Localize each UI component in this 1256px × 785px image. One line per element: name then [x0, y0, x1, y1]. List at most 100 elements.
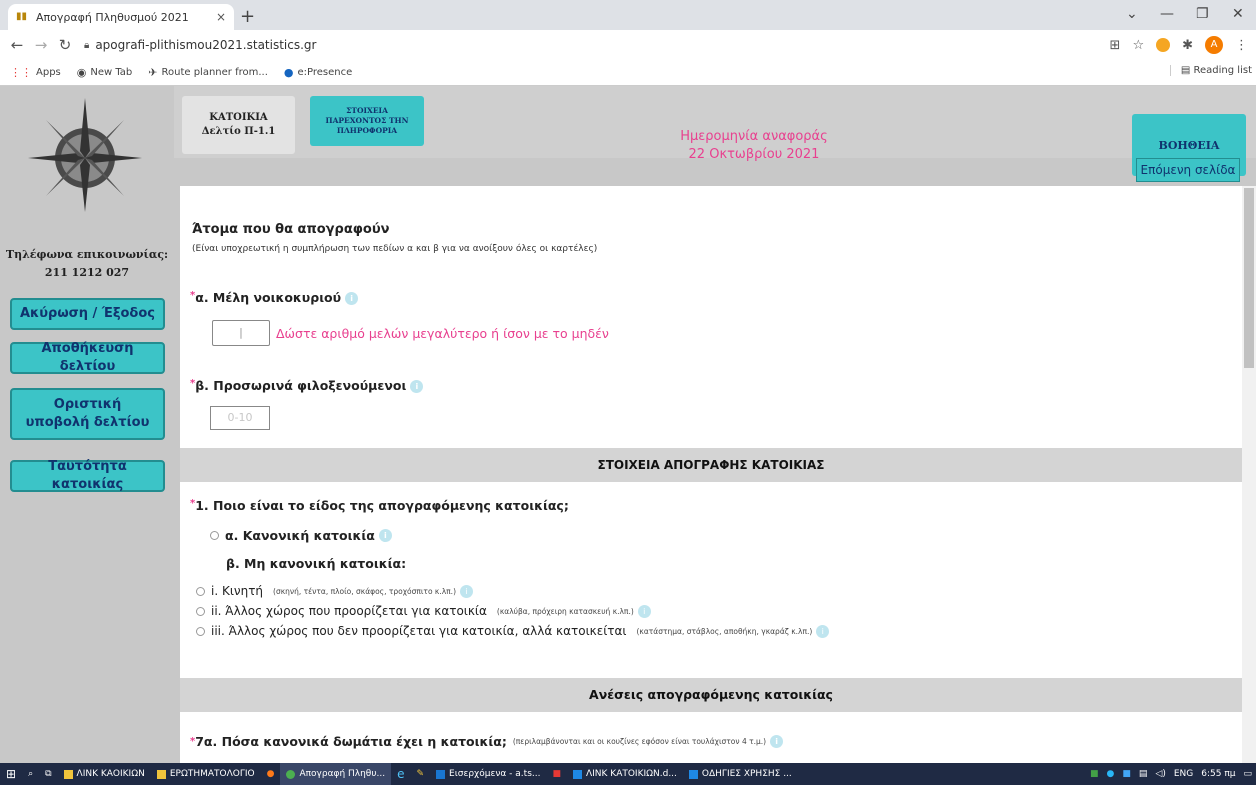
- address-bar[interactable]: 🔒︎ apografi-plithismou2021.statistics.gr: [84, 38, 316, 52]
- taskbar-item[interactable]: ΛΙΝΚ ΚΑΟΙΚΙΩΝ: [58, 763, 151, 785]
- census-app: Τηλέφωνα επικοινωνίας: 211 1212 027 Ακύρ…: [0, 86, 1256, 763]
- bookmark-epresence[interactable]: ● e:Presence: [284, 66, 352, 79]
- bookmark-route-planner[interactable]: ✈ Route planner from...: [148, 66, 268, 79]
- form-content: Άτομα που θα απογραφούν (Είναι υποχρεωτι…: [180, 186, 1242, 763]
- option-other-not-intended[interactable]: iii. Άλλος χώρος που δεν προορίζεται για…: [196, 624, 830, 638]
- new-tab-button[interactable]: +: [240, 6, 255, 27]
- temporary-guests-input[interactable]: 0-10: [210, 406, 270, 430]
- option-mobile[interactable]: i. Κινητή (σκηνή, τέντα, πλοίο, σκάφος, τ…: [196, 584, 473, 598]
- notifications-icon[interactable]: ▭: [1243, 769, 1252, 779]
- forward-icon[interactable]: →: [34, 36, 48, 54]
- system-tray: ■ ● ■ ▤ ◁) ENG 6:55 πμ ▭: [1090, 763, 1252, 785]
- next-page-button[interactable]: Επόμενη σελίδα: [1136, 158, 1240, 182]
- option-other-intended[interactable]: ii. Άλλος χώρος που προορίζεται για κατο…: [196, 604, 651, 618]
- info-icon[interactable]: i: [410, 380, 424, 393]
- statistics-logo-icon: [28, 98, 142, 212]
- windows-taskbar: ⊞ ⌕ ⧉ ΛΙΝΚ ΚΑΟΙΚΙΩΝ ΕΡΩΤΗΜΑΤΟΛΟΓΙΟ ● Απο…: [0, 763, 1256, 785]
- back-icon[interactable]: ←: [10, 36, 24, 54]
- info-icon[interactable]: i: [345, 292, 359, 305]
- cancel-exit-button[interactable]: Ακύρωση / Έξοδος: [10, 298, 165, 330]
- clock[interactable]: 6:55 πμ: [1201, 769, 1235, 779]
- save-form-button[interactable]: Αποθήκευση δελτίου: [10, 341, 165, 374]
- site-favicon-icon: ▮▮: [16, 11, 28, 22]
- search-icon[interactable]: ⌕: [22, 763, 39, 785]
- radio-button[interactable]: [196, 606, 205, 616]
- app-icon[interactable]: ■: [1122, 769, 1131, 779]
- info-icon[interactable]: i: [816, 624, 830, 638]
- network-icon[interactable]: ▤: [1139, 769, 1148, 779]
- form-header: ΚΑΤΟΙΚΙΑ Δελτίο Π-1.1 ΣΤΟΙΧΕΙΑ ΠΑΡΕΧΟΝΤΟ…: [174, 86, 1256, 176]
- amenities-band: Ανέσεις απογραφόμενης κατοικίας: [180, 678, 1242, 712]
- volume-icon[interactable]: ◁): [1155, 769, 1165, 779]
- extension-icon[interactable]: [1156, 38, 1171, 52]
- dwelling-tab-title: ΚΑΤΟΙΚΙΑ: [209, 112, 268, 123]
- taskbar-item[interactable]: Απογραφή Πληθυ...: [280, 763, 392, 785]
- excel-icon[interactable]: ■: [1090, 769, 1099, 779]
- pdf-icon[interactable]: ■: [546, 763, 567, 785]
- taskbar-item[interactable]: ΛΙΝΚ ΚΑΤΟΙΚΙΩΝ.d...: [567, 763, 683, 785]
- validation-error: Δώστε αριθμό μελών μεγαλύτερο ή ίσον με …: [276, 326, 609, 341]
- reference-date-value: 22 Οκτωβρίου 2021: [688, 147, 820, 162]
- app-icon[interactable]: ●: [1107, 769, 1115, 779]
- reference-date-label: Ημερομηνία αναφοράς: [680, 129, 828, 144]
- file-icon: [63, 769, 73, 779]
- apps-grid-icon: ⋮⋮: [10, 66, 32, 79]
- radio-button[interactable]: [196, 626, 205, 636]
- info-icon[interactable]: i: [378, 529, 392, 542]
- chrome-icon: [286, 769, 296, 779]
- info-icon[interactable]: i: [770, 735, 784, 748]
- question-temporary-guests: *β. Προσωρινά φιλοξενούμενοι i: [190, 378, 424, 393]
- bookmark-apps[interactable]: ⋮⋮ Apps: [10, 66, 61, 79]
- info-icon[interactable]: i: [637, 604, 651, 618]
- option-regular-dwelling[interactable]: α. Κανονική κατοικία i: [210, 528, 392, 543]
- file-icon: [156, 769, 166, 779]
- translate-icon[interactable]: ⊞: [1110, 38, 1121, 53]
- taskbar-item[interactable]: Εισερχόμενα - a.ts...: [430, 763, 546, 785]
- star-icon[interactable]: ☆: [1132, 38, 1144, 53]
- close-window-icon[interactable]: ✕: [1232, 6, 1244, 22]
- maximize-icon[interactable]: ❐: [1196, 6, 1209, 22]
- browser-tab[interactable]: ▮▮ Απογραφή Πληθυσμού 2021 ×: [8, 4, 234, 30]
- section-note: (Είναι υποχρεωτική η συμπλήρωση των πεδί…: [192, 244, 598, 254]
- profile-avatar[interactable]: A: [1205, 36, 1223, 54]
- tab-search-icon[interactable]: ⌄: [1126, 6, 1138, 22]
- ie-icon[interactable]: e: [391, 763, 410, 785]
- firefox-icon[interactable]: ●: [261, 763, 281, 785]
- extensions-puzzle-icon[interactable]: ✱: [1182, 38, 1193, 53]
- tab-title: Απογραφή Πληθυσμού 2021: [36, 10, 189, 24]
- tab-close-icon[interactable]: ×: [216, 10, 226, 24]
- reading-list-icon: ▤: [1180, 65, 1194, 76]
- radio-button[interactable]: [196, 586, 205, 596]
- final-submit-button[interactable]: Οριστική υποβολή δελτίου: [10, 388, 165, 440]
- info-icon[interactable]: i: [460, 584, 473, 598]
- question-household-members: *α. Μέλη νοικοκυριού i: [190, 290, 359, 305]
- informant-tab[interactable]: ΣΤΟΙΧΕΙΑ ΠΑΡΕΧΟΝΤΟΣ ΤΗΝ ΠΛΗΡΟΦΟΡΙΑ: [310, 96, 424, 146]
- dwelling-id-button[interactable]: Ταυτότητα κατοικίας: [10, 459, 165, 492]
- scrollbar-thumb[interactable]: [1244, 188, 1254, 368]
- phone-number: 211 1212 027: [44, 266, 130, 279]
- word-icon: [572, 769, 582, 779]
- word-icon: [688, 769, 698, 779]
- taskbar-item[interactable]: ΟΔΗΓΙΕΣ ΧΡΗΣΗΣ ...: [683, 763, 798, 785]
- reload-icon[interactable]: ↻: [58, 36, 72, 54]
- dwelling-tab[interactable]: ΚΑΤΟΙΚΙΑ Δελτίο Π-1.1: [182, 96, 295, 154]
- page-scrollbar[interactable]: [1242, 186, 1256, 763]
- household-members-input[interactable]: |: [212, 320, 270, 346]
- globe-icon: ◉: [76, 66, 87, 79]
- question-rooms: * 7α. Πόσα κανονικά δωμάτια έχει η κατοικ…: [190, 734, 784, 749]
- reading-list-button[interactable]: ▤ Reading list: [1169, 65, 1252, 76]
- bookmark-new-tab[interactable]: ◉ New Tab: [77, 66, 133, 79]
- dwelling-census-band: ΣΤΟΙΧΕΙΑ ΑΠΟΓΡΑΦΗΣ ΚΑΤΟΙΚΙΑΣ: [180, 448, 1242, 482]
- menu-icon[interactable]: ⋮: [1235, 38, 1248, 53]
- radio-button[interactable]: [210, 531, 219, 540]
- minimize-icon[interactable]: —: [1160, 6, 1174, 22]
- language-indicator[interactable]: ENG: [1174, 769, 1193, 779]
- task-view-icon[interactable]: ⧉: [39, 763, 57, 785]
- start-button[interactable]: ⊞: [0, 763, 22, 785]
- pen-icon[interactable]: ✎: [411, 763, 431, 785]
- phone-label: Τηλέφωνα επικοινωνίας:: [5, 248, 169, 261]
- question-dwelling-type: *1. Ποιο είναι το είδος της απογραφόμενη…: [190, 498, 569, 513]
- browser-tab-bar: ▮▮ Απογραφή Πληθυσμού 2021 × + ⌄ — ❐ ✕: [0, 0, 1256, 30]
- taskbar-item[interactable]: ΕΡΩΤΗΜΑΤΟΛΟΓΙΟ: [151, 763, 261, 785]
- reference-date: Ημερομηνία αναφοράς 22 Οκτωβρίου 2021: [594, 128, 914, 164]
